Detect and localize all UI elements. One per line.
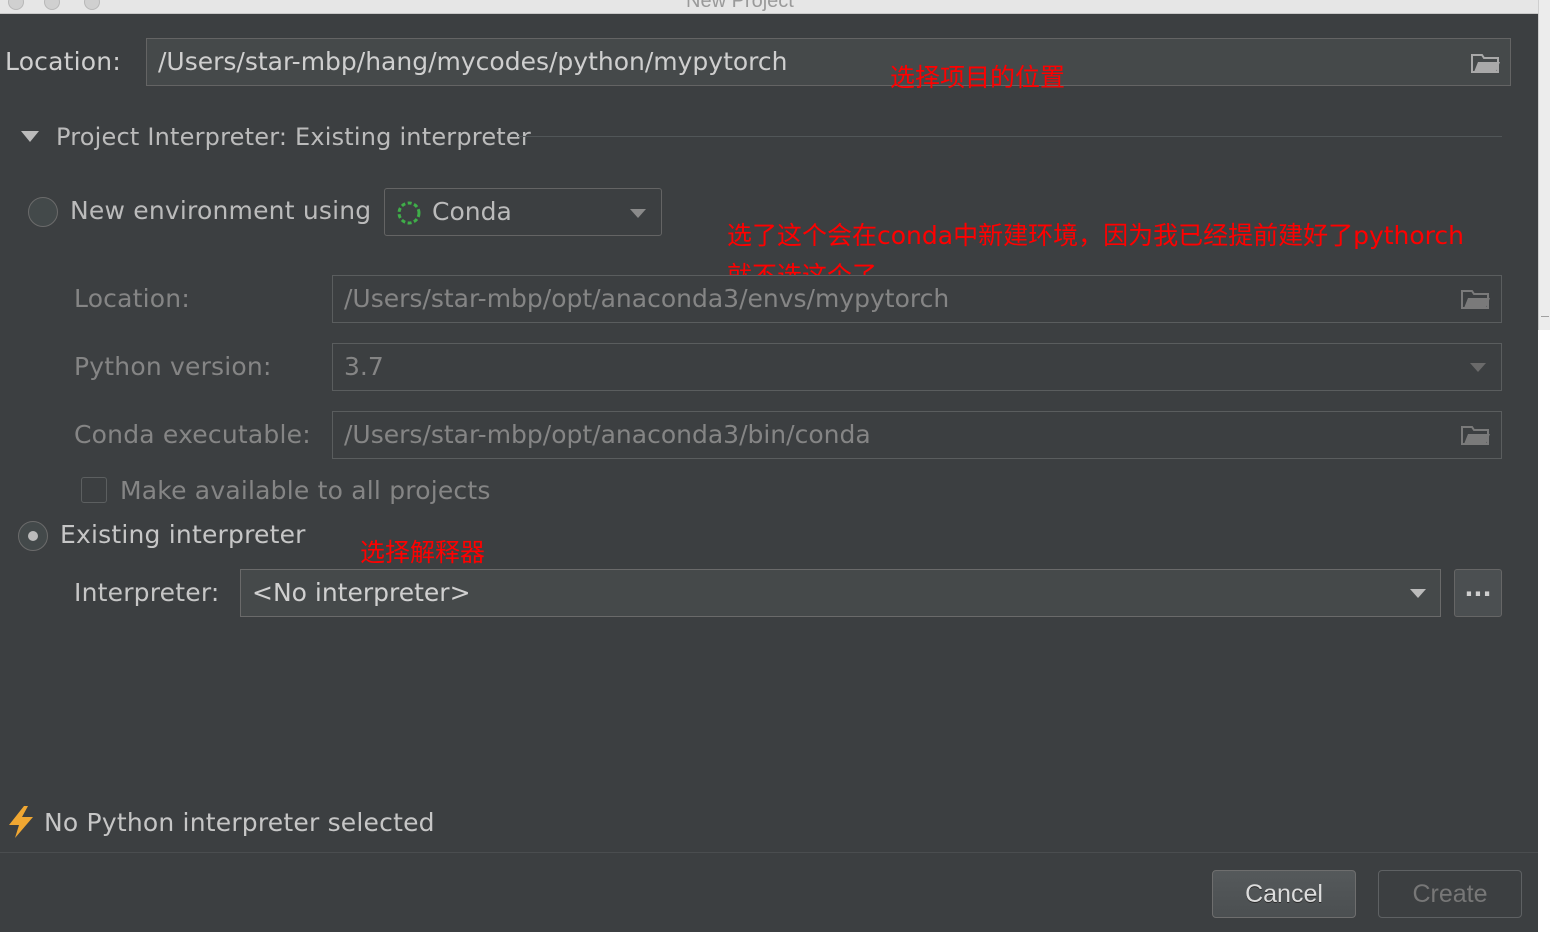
project-location-label: Location: bbox=[5, 47, 121, 76]
interpreter-select[interactable]: <No interpreter> bbox=[240, 569, 1441, 617]
new-environment-label: New environment using bbox=[70, 196, 372, 225]
folder-icon[interactable] bbox=[1461, 424, 1491, 446]
folder-icon[interactable] bbox=[1471, 52, 1501, 74]
section-divider bbox=[518, 136, 1502, 137]
radio-selected-dot bbox=[28, 531, 38, 541]
interpreter-label: Interpreter: bbox=[74, 578, 220, 607]
window-title: New Project bbox=[686, 0, 794, 12]
chevron-down-icon bbox=[1410, 589, 1426, 598]
chevron-down-icon bbox=[630, 209, 646, 218]
environment-tool-value: Conda bbox=[432, 197, 512, 226]
footer-divider bbox=[0, 852, 1538, 853]
env-location-value: /Users/star-mbp/opt/anaconda3/envs/mypyt… bbox=[344, 284, 950, 313]
env-location-label: Location: bbox=[74, 284, 190, 313]
minimize-window-button[interactable] bbox=[44, 0, 60, 10]
interpreter-value: <No interpreter> bbox=[252, 578, 471, 607]
lightning-warning-icon bbox=[9, 806, 33, 838]
project-location-field[interactable]: /Users/star-mbp/hang/mycodes/python/mypy… bbox=[146, 38, 1511, 86]
zoom-window-button[interactable] bbox=[84, 0, 100, 10]
folder-icon[interactable] bbox=[1461, 288, 1491, 310]
environment-tool-select[interactable]: Conda bbox=[384, 188, 662, 236]
conda-executable-field[interactable]: /Users/star-mbp/opt/anaconda3/bin/conda bbox=[332, 411, 1502, 459]
conda-executable-label: Conda executable: bbox=[74, 420, 311, 449]
interpreter-annotation: 选择解释器 bbox=[360, 538, 486, 567]
make-available-checkbox[interactable] bbox=[81, 477, 107, 503]
location-annotation: 选择项目的位置 bbox=[890, 63, 1066, 92]
project-location-value: /Users/star-mbp/hang/mycodes/python/mypy… bbox=[158, 47, 788, 76]
interpreter-section-title[interactable]: Project Interpreter: Existing interprete… bbox=[56, 123, 531, 151]
make-available-label: Make available to all projects bbox=[120, 476, 491, 505]
conda-executable-value: /Users/star-mbp/opt/anaconda3/bin/conda bbox=[344, 420, 871, 449]
python-version-select[interactable]: 3.7 bbox=[332, 343, 1502, 391]
new-environment-radio[interactable] bbox=[28, 197, 58, 227]
scrollbar-nub bbox=[1541, 306, 1549, 317]
collapse-triangle-icon[interactable] bbox=[21, 131, 39, 143]
cancel-button[interactable]: Cancel bbox=[1212, 870, 1356, 918]
status-message: No Python interpreter selected bbox=[44, 808, 435, 837]
existing-interpreter-radio[interactable] bbox=[18, 521, 48, 551]
env-location-field[interactable]: /Users/star-mbp/opt/anaconda3/envs/mypyt… bbox=[332, 275, 1502, 323]
conda-icon bbox=[397, 201, 421, 225]
browse-button-label: ... bbox=[1464, 574, 1492, 602]
title-bar: New Project bbox=[0, 0, 1538, 14]
chevron-down-icon bbox=[1470, 363, 1486, 372]
new-project-dialog: New Project Location: /Users/star-mbp/ha… bbox=[0, 0, 1538, 932]
existing-interpreter-label: Existing interpreter bbox=[60, 520, 306, 549]
background-scrollbar bbox=[1538, 0, 1550, 330]
conda-annotation-line1: 选了这个会在conda中新建环境，因为我已经提前建好了pythorch bbox=[727, 221, 1465, 250]
python-version-value: 3.7 bbox=[344, 352, 384, 381]
python-version-label: Python version: bbox=[74, 352, 272, 381]
close-window-button[interactable] bbox=[8, 0, 24, 10]
create-button[interactable]: Create bbox=[1378, 870, 1522, 918]
browse-interpreter-button[interactable]: ... bbox=[1454, 569, 1502, 617]
